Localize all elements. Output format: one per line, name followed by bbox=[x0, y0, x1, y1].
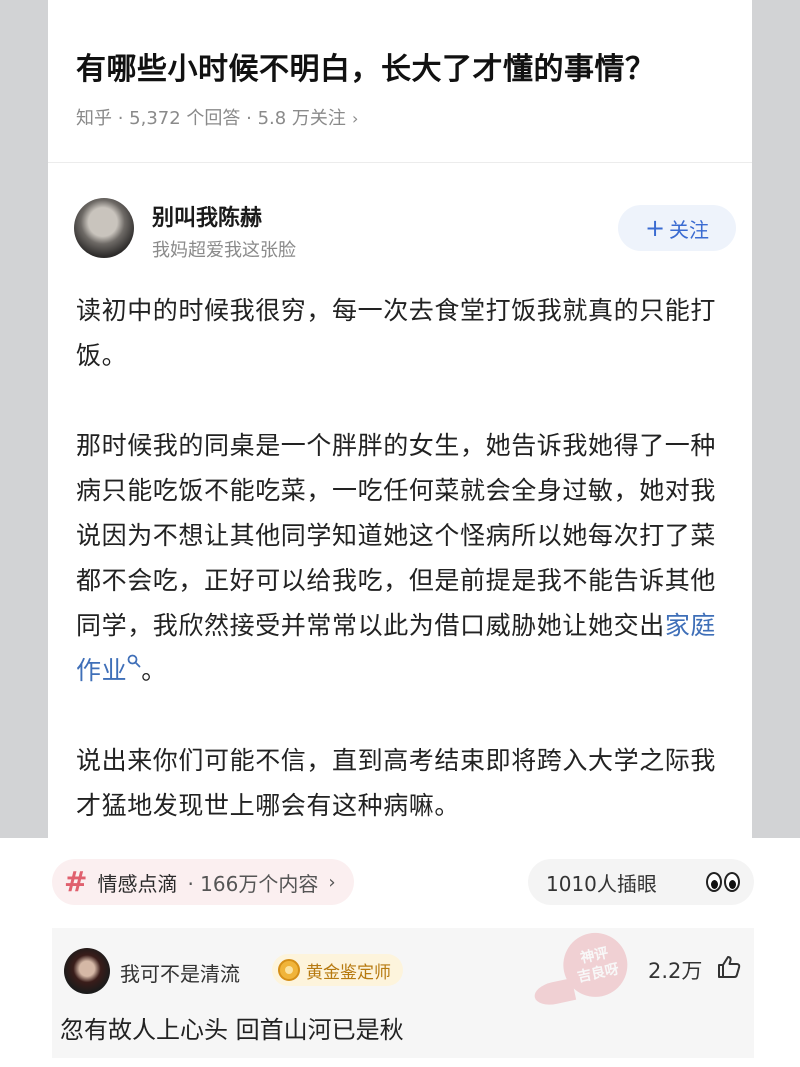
eye-right bbox=[724, 872, 740, 892]
topic-tag[interactable]: # 情感点滴 · 166万个内容 › bbox=[52, 859, 354, 905]
thumbs-up-icon[interactable] bbox=[716, 954, 742, 980]
follow-button[interactable]: + 关注 bbox=[618, 205, 736, 251]
divider bbox=[48, 162, 752, 163]
question-meta-text: 知乎 · 5,372 个回答 · 5.8 万关注 bbox=[76, 108, 346, 129]
answer-paragraph-3: 说出来你们可能不信，直到高考结束即将跨入大学之际我才猛地发现世上哪会有这种病嘛。 bbox=[76, 746, 717, 820]
peek-reaction-button[interactable]: 1010人插眼 bbox=[528, 859, 754, 905]
answer-body: 读初中的时候我很穷，每一次去食堂打饭我就真的只能打饭。 那时候我的同桌是一个胖胖… bbox=[76, 288, 726, 873]
hash-icon: # bbox=[64, 865, 88, 898]
author-bio: 我妈超爱我这张脸 bbox=[152, 240, 296, 261]
commenter-avatar[interactable] bbox=[64, 948, 110, 994]
comment-like-count: 2.2万 bbox=[648, 959, 703, 983]
peeking-eyes-icon bbox=[706, 872, 740, 892]
answer-card: 有哪些小时候不明白，长大了才懂的事情？ 知乎 · 5,372 个回答 · 5.8… bbox=[48, 0, 752, 838]
follow-label: 关注 bbox=[669, 217, 710, 242]
answer-paragraph-1: 读初中的时候我很穷，每一次去食堂打饭我就真的只能打饭。 bbox=[76, 296, 717, 370]
search-icon bbox=[127, 654, 141, 668]
answer-paragraph-2: 那时候我的同桌是一个胖胖的女生，她告诉我她得了一种病只能吃饭不能吃菜，一吃任何菜… bbox=[76, 423, 726, 693]
peek-count: 1010人插眼 bbox=[546, 871, 657, 896]
chevron-right-icon: › bbox=[328, 871, 336, 893]
topic-name: 情感点滴 bbox=[97, 871, 178, 896]
question-title[interactable]: 有哪些小时候不明白，长大了才懂的事情？ bbox=[76, 44, 736, 88]
comment-text: 忽有故人上心头 回首山河已是秋 bbox=[60, 1016, 404, 1044]
badge-label: 黄金鉴定师 bbox=[306, 962, 391, 983]
commenter-badge: 黄金鉴定师 bbox=[272, 954, 403, 986]
commenter-name[interactable]: 我可不是清流 bbox=[120, 958, 240, 987]
plus-icon: + bbox=[644, 214, 666, 242]
chevron-right-icon: › bbox=[351, 109, 359, 128]
question-meta[interactable]: 知乎 · 5,372 个回答 · 5.8 万关注 › bbox=[76, 104, 358, 130]
answer-paragraph-2-text: 那时候我的同桌是一个胖胖的女生，她告诉我她得了一种病只能吃饭不能吃菜，一吃任何菜… bbox=[76, 431, 717, 640]
eye-left bbox=[706, 872, 722, 892]
topic-count: · 166万个内容 bbox=[187, 871, 319, 896]
gold-medal-icon bbox=[278, 959, 300, 981]
author-avatar[interactable] bbox=[74, 198, 134, 258]
author-name[interactable]: 别叫我陈赫 bbox=[152, 200, 262, 232]
answer-paragraph-2-end: 。 bbox=[141, 656, 167, 685]
